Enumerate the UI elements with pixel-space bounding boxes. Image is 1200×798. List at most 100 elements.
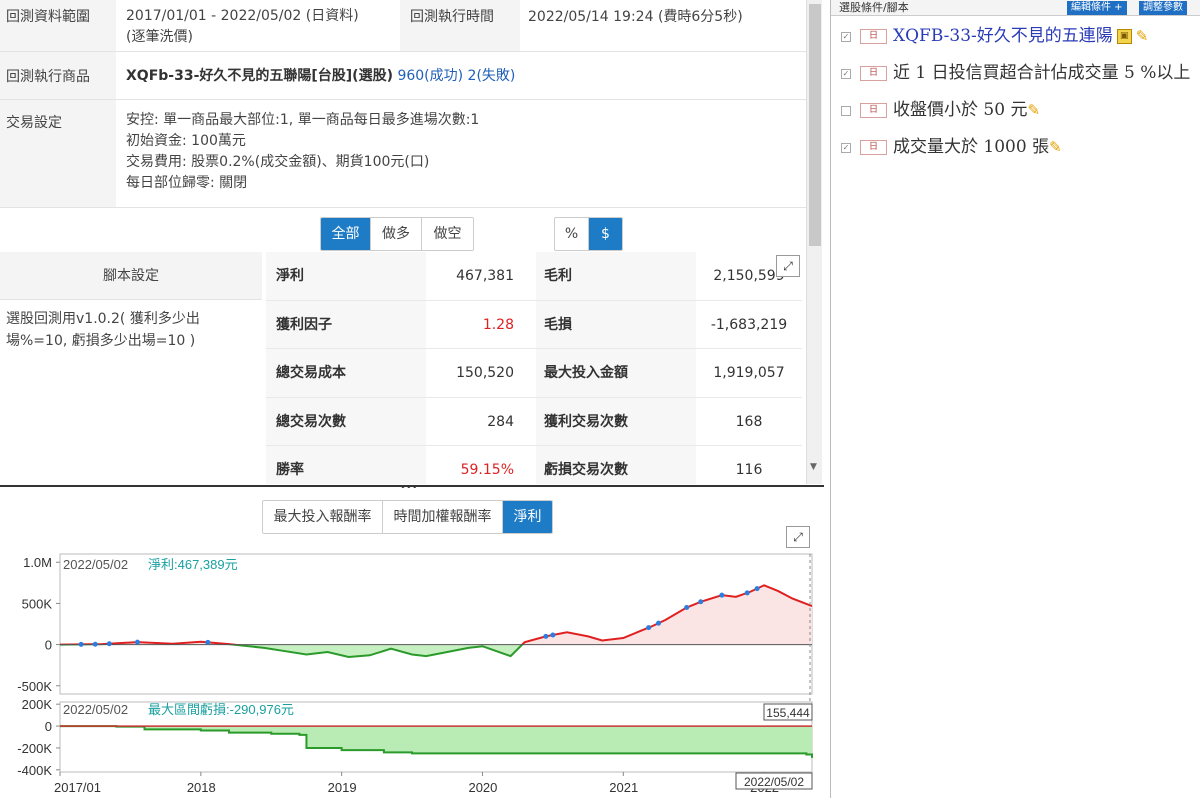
condition-item[interactable]: ✓ 日 XQFB-33-好久不見的五連陽 ▣ ✎ <box>831 18 1200 55</box>
daily-tag: 日 <box>860 29 887 44</box>
pencil-icon[interactable]: ✎ <box>1027 101 1040 119</box>
y-tick-label: 1.0M <box>23 555 52 570</box>
date-badge: 2022/05/02 <box>744 775 804 789</box>
daily-tag: 日 <box>860 103 887 118</box>
daily-tag: 日 <box>860 66 887 81</box>
new-high-marker <box>754 586 760 592</box>
trade-settings-text: 安控: 單一商品最大部位:1, 單一商品每日最多進場次數:1 初始資金: 100… <box>126 110 479 194</box>
checkbox-unchecked[interactable] <box>841 106 851 116</box>
conditions-panel: 選股條件/腳本 編輯條件 + 調整參數 ✓ 日 XQFB-33-好久不見的五連陽… <box>830 0 1200 798</box>
stats-row: 淨利 467,381 毛利 2,150,599 <box>266 252 802 301</box>
y-tick-label: 200K <box>22 697 53 712</box>
stats-row: 總交易次數 284 獲利交易次數 168 <box>266 397 802 446</box>
stat-value: 59.15% <box>460 462 514 478</box>
new-high-marker <box>92 641 98 647</box>
tab-percent[interactable]: % <box>555 218 589 250</box>
tab-all[interactable]: 全部 <box>321 218 371 250</box>
new-high-marker <box>656 620 662 626</box>
product-fail-link[interactable]: 2(失敗) <box>468 68 516 84</box>
range-value: 2017/01/01 - 2022/05/02 (日資料) (逐筆洗價) <box>126 6 359 48</box>
stat-value: 168 <box>735 413 763 430</box>
stat-value: -1,683,219 <box>710 316 788 333</box>
app-root: 回測資料範圍 2017/01/01 - 2022/05/02 (日資料) (逐筆… <box>0 0 1200 798</box>
checkbox-checked[interactable]: ✓ <box>841 32 851 42</box>
condition-text[interactable]: 收盤價小於 50 元 <box>893 100 1027 120</box>
value-badge: 155,444 <box>766 706 810 720</box>
daily-tag: 日 <box>860 140 887 155</box>
new-high-marker <box>698 599 704 605</box>
report-top-area: 回測資料範圍 2017/01/01 - 2022/05/02 (日資料) (逐筆… <box>0 0 806 484</box>
stat-key: 總交易次數 <box>266 397 426 445</box>
trade-line: 每日部位歸零: 關閉 <box>126 175 248 191</box>
new-high-marker <box>205 639 211 645</box>
pencil-icon[interactable]: ✎ <box>1136 27 1149 45</box>
equity-chart: 1.0M 500K 0 -500K 2022/05/02 淨利:467,389元 200K… <box>17 553 813 795</box>
new-high-marker <box>106 641 112 647</box>
vertical-scrollbar[interactable]: ▼ <box>806 0 822 484</box>
condition-item[interactable]: ✓ 日 近 1 日投信買超合計佔成交量 5 %以上 <box>831 55 1200 92</box>
chart-area: 最大投入報酬率 時間加權報酬率 淨利 ⤢ 1.0M 500K 0 -500K 2022/… <box>0 492 824 798</box>
condition-item[interactable]: ✓ 日 成交量大於 1000 張✎ <box>831 129 1200 166</box>
script-body: 選股回測用v1.0.2( 獲利多少出 場%=10, 虧損多少出場=10 ) <box>0 300 262 360</box>
tab-long[interactable]: 做多 <box>371 218 422 250</box>
checkbox-checked[interactable]: ✓ <box>841 69 851 79</box>
product-label: 回測執行商品 <box>0 52 116 99</box>
y-tick-label: -500K <box>17 679 52 694</box>
edit-conditions-button[interactable]: 編輯條件 + <box>1067 1 1127 15</box>
product-name: XQFb-33-好久不見的五聯陽[台股](選股) <box>126 68 393 84</box>
row-range: 回測資料範圍 2017/01/01 - 2022/05/02 (日資料) (逐筆… <box>0 0 806 52</box>
adjust-params-button[interactable]: 調整參數 <box>1139 1 1187 15</box>
y-tick-label: 0 <box>45 638 52 653</box>
stat-value: 1,919,057 <box>713 365 785 381</box>
product-value: XQFb-33-好久不見的五聯陽[台股](選股) 960(成功) 2(失敗) <box>126 66 515 87</box>
new-high-marker <box>134 639 140 645</box>
x-tick-label: 2020 <box>468 780 497 795</box>
scroll-down-icon[interactable]: ▼ <box>810 462 817 472</box>
chart1-label: 淨利:467,389元 <box>148 557 238 572</box>
new-high-marker <box>543 633 549 639</box>
script-line: 場%=10, 虧損多少出場=10 ) <box>6 333 196 349</box>
script-line: 選股回測用v1.0.2( 獲利多少出 <box>6 311 200 327</box>
tab-dollar[interactable]: $ <box>589 218 622 250</box>
tab-short[interactable]: 做空 <box>422 218 473 250</box>
condition-text[interactable]: 成交量大於 1000 張 <box>893 137 1049 157</box>
y-tick-label: 0 <box>45 719 52 734</box>
script-settings: 腳本設定 選股回測用v1.0.2( 獲利多少出 場%=10, 虧損多少出場=10… <box>0 252 262 484</box>
row-trade-settings: 交易設定 安控: 單一商品最大部位:1, 單一商品每日最多進場次數:1 初始資金… <box>0 100 806 208</box>
stat-key: 最大投入金額 <box>536 349 696 397</box>
stat-key: 毛損 <box>536 300 696 348</box>
new-high-marker <box>744 590 750 596</box>
new-high-marker <box>78 641 84 647</box>
y-tick-label: -200K <box>17 741 52 756</box>
stat-key: 勝率 <box>266 446 426 484</box>
pencil-icon[interactable]: ✎ <box>1049 138 1062 156</box>
script-header: 腳本設定 <box>0 252 262 300</box>
checkbox-checked[interactable]: ✓ <box>841 143 851 153</box>
trade-line: 安控: 單一商品最大部位:1, 單一商品每日最多進場次數:1 <box>126 112 480 128</box>
condition-text[interactable]: XQFB-33-好久不見的五連陽 <box>893 26 1113 46</box>
range-text: 2017/01/01 - 2022/05/02 (日資料) <box>126 8 359 24</box>
condition-item[interactable]: 日 收盤價小於 50 元✎ <box>831 92 1200 129</box>
exec-time-value: 2022/05/14 19:24 (費時6分5秒) <box>528 9 743 25</box>
stats-row: 總交易成本 150,520 最大投入金額 1,919,057 <box>266 349 802 398</box>
x-tick-label: 2017/01 <box>54 780 101 795</box>
conditions-title: 選股條件/腳本 <box>839 1 909 14</box>
stat-key: 淨利 <box>266 252 426 300</box>
filter-tab-group: 全部 做多 做空 <box>320 217 474 251</box>
chart2-label: 最大區間虧損:-290,976元 <box>148 702 294 717</box>
range-label: 回測資料範圍 <box>0 0 116 51</box>
new-high-marker <box>684 605 690 611</box>
stat-key: 毛利 <box>536 252 696 300</box>
scrollbar-thumb[interactable] <box>809 4 821 246</box>
condition-text[interactable]: 近 1 日投信買超合計佔成交量 5 %以上 <box>893 63 1190 83</box>
trade-line: 初始資金: 100萬元 <box>126 133 246 149</box>
stat-value: 467,381 <box>456 268 514 284</box>
expand-icon[interactable]: ⤢ <box>776 255 800 277</box>
image-icon[interactable]: ▣ <box>1116 29 1132 44</box>
product-success-link[interactable]: 960(成功) <box>397 68 463 84</box>
stats-row: 勝率 59.15% 虧損交易次數 116 <box>266 446 802 484</box>
chart2-date: 2022/05/02 <box>63 702 128 717</box>
splitter-handle-icon[interactable]: ••• <box>400 483 418 493</box>
y-tick-label: 500K <box>22 596 53 611</box>
range-note: (逐筆洗價) <box>126 29 193 45</box>
